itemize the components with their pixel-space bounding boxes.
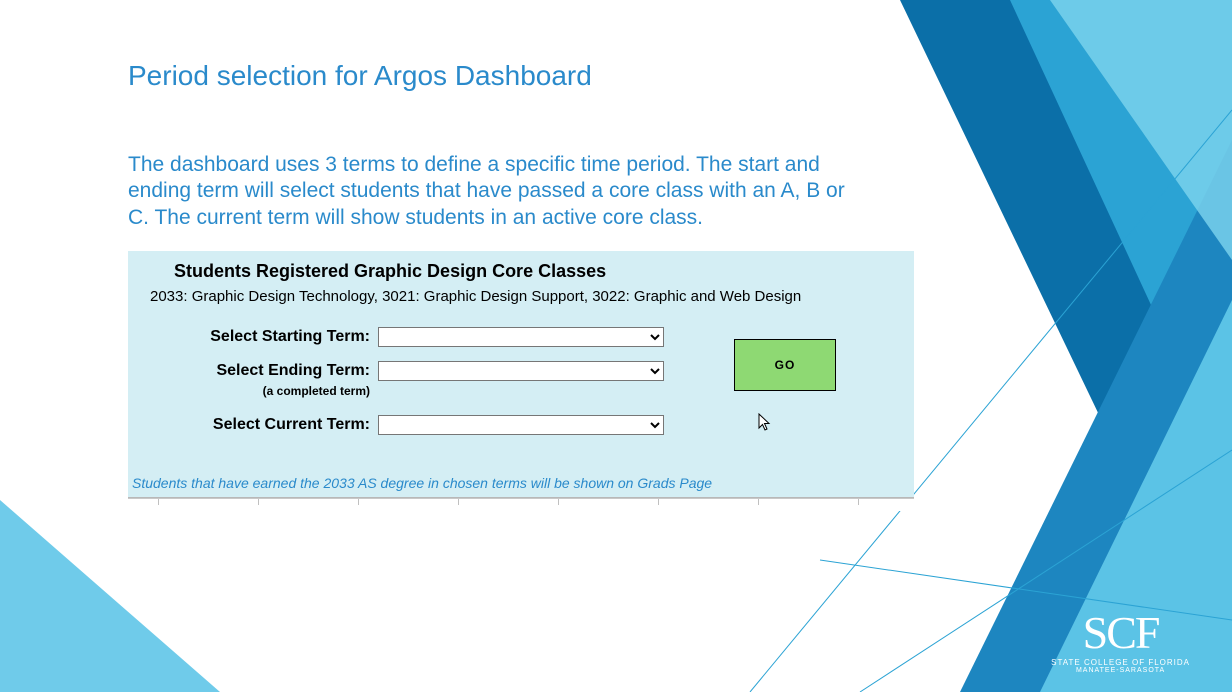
current-term-label: Select Current Term: [138,415,378,435]
cursor-icon [758,413,774,433]
go-button[interactable]: GO [734,339,836,391]
starting-term-label: Select Starting Term: [138,327,378,347]
ruler-ticks [128,498,914,511]
description-text: The dashboard uses 3 terms to define a s… [128,152,868,231]
starting-term-select[interactable] [378,327,664,347]
ending-term-select[interactable] [378,361,664,381]
ending-term-label: Select Ending Term: (a completed term) [138,361,378,401]
logo-subtext-2: MANATEE-SARASOTA [1051,667,1190,674]
dashboard-panel: Students Registered Graphic Design Core … [128,251,914,498]
logo-text: SCF [1051,610,1190,656]
panel-footnote: Students that have earned the 2033 AS de… [128,471,914,497]
scf-logo: SCF STATE COLLEGE OF FLORIDA MANATEE-SAR… [1051,610,1190,674]
current-term-select[interactable] [378,415,664,435]
panel-subheading: 2033: Graphic Design Technology, 3021: G… [150,288,904,305]
panel-heading: Students Registered Graphic Design Core … [174,261,904,282]
logo-subtext-1: STATE COLLEGE OF FLORIDA [1051,658,1190,667]
page-title: Period selection for Argos Dashboard [128,60,1232,92]
